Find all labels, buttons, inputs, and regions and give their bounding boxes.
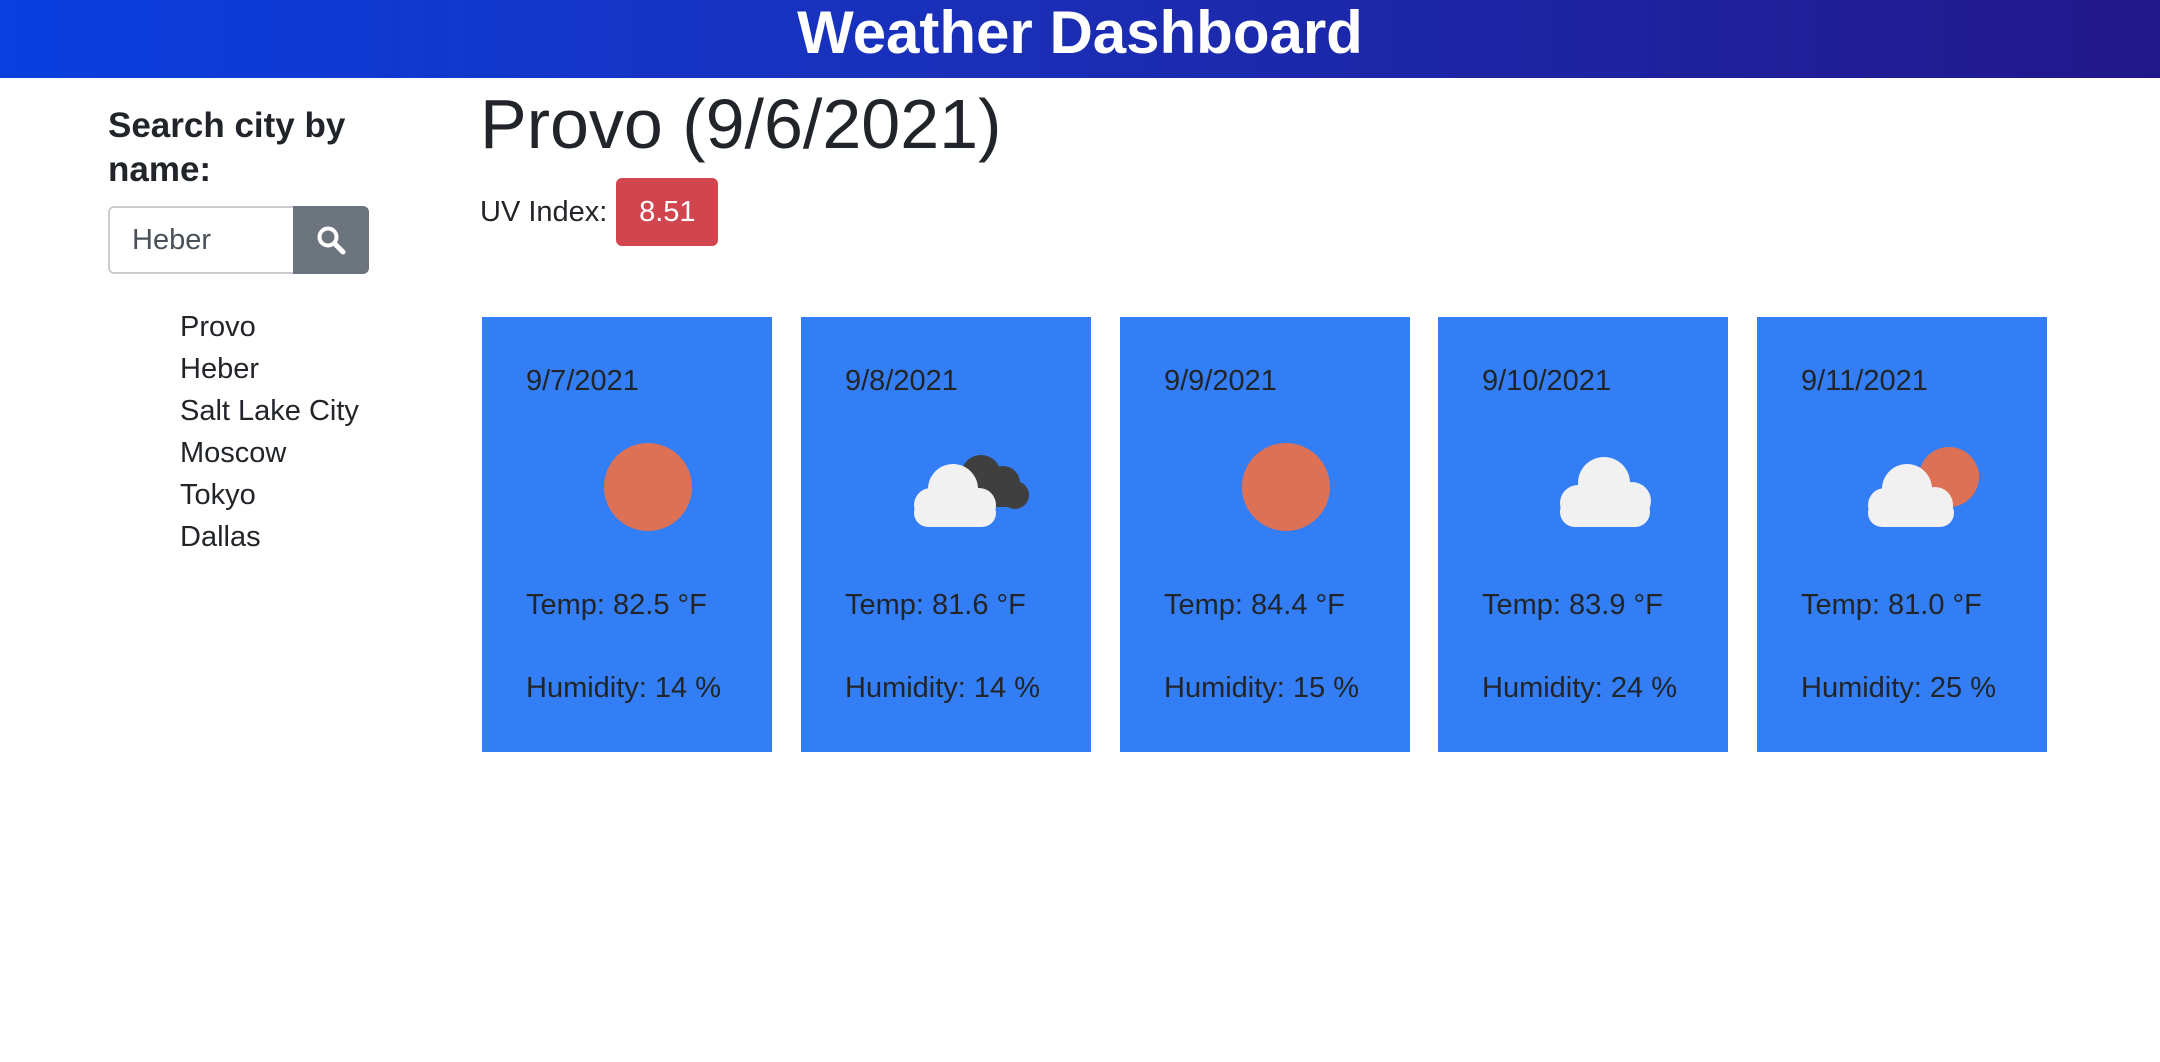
history-item[interactable]: Salt Lake City	[180, 390, 359, 432]
search-form	[108, 206, 369, 274]
forecast-temp: Temp: 82.5 °F	[526, 589, 707, 621]
forecast-humidity: Humidity: 25 %	[1801, 672, 1997, 704]
city-title: Provo (9/6/2021)	[480, 85, 1002, 163]
forecast-card: 9/8/2021 Temp: 81.6 °F Humidity: 14 %	[801, 317, 1091, 752]
forecast-temp: Temp: 81.0 °F	[1801, 589, 1982, 621]
sun-icon	[1242, 443, 1330, 531]
history-item[interactable]: Provo	[180, 306, 359, 348]
history-item[interactable]: Moscow	[180, 432, 359, 474]
forecast-date: 9/9/2021	[1164, 365, 1277, 397]
forecast-card: 9/9/2021 Temp: 84.4 °F Humidity: 15 %	[1120, 317, 1410, 752]
forecast-date: 9/10/2021	[1482, 365, 1612, 397]
forecast-card: 9/7/2021 Temp: 82.5 °F Humidity: 14 %	[482, 317, 772, 752]
app-title: Weather Dashboard	[797, 0, 1363, 66]
uv-index-badge: 8.51	[616, 178, 719, 246]
forecast-humidity: Humidity: 24 %	[1482, 672, 1678, 704]
forecast-humidity: Humidity: 14 %	[845, 672, 1041, 704]
partly-cloudy-icon	[1868, 447, 1979, 527]
search-label: Search city by name:	[108, 106, 346, 189]
current-weather: Provo (9/6/2021) UV Index: 8.51	[480, 80, 1002, 246]
forecast-date: 9/7/2021	[526, 365, 639, 397]
history-item[interactable]: Heber	[180, 348, 359, 390]
forecast-temp: Temp: 84.4 °F	[1164, 589, 1345, 621]
cloud-icon	[1560, 457, 1651, 527]
app-header: Weather Dashboard	[0, 0, 2160, 78]
forecast-date: 9/8/2021	[845, 365, 958, 397]
forecast-card: 9/10/2021 Temp: 83.9 °F Humidity: 24 %	[1438, 317, 1728, 752]
history-item[interactable]: Tokyo	[180, 474, 359, 516]
history-item[interactable]: Dallas	[180, 516, 359, 558]
forecast-temp: Temp: 81.6 °F	[845, 589, 1026, 621]
search-history-list: Provo Heber Salt Lake City Moscow Tokyo …	[180, 306, 359, 558]
search-button[interactable]	[293, 206, 369, 274]
sidebar: Search city by name: Provo Heber Salt La…	[108, 104, 408, 553]
uv-index-label: UV Index:	[480, 195, 608, 228]
forecast-date: 9/11/2021	[1801, 365, 1928, 397]
search-input[interactable]	[108, 206, 293, 274]
forecast-humidity: Humidity: 14 %	[526, 672, 722, 704]
search-icon	[317, 226, 346, 255]
broken-clouds-icon	[914, 455, 1029, 527]
forecast-humidity: Humidity: 15 %	[1164, 672, 1360, 704]
forecast-temp: Temp: 83.9 °F	[1482, 589, 1663, 621]
uv-index-row: UV Index: 8.51	[480, 178, 719, 246]
forecast-card: 9/11/2021 Temp: 81.0 °F Humidity: 25 %	[1757, 317, 2047, 752]
sun-icon	[604, 443, 692, 531]
